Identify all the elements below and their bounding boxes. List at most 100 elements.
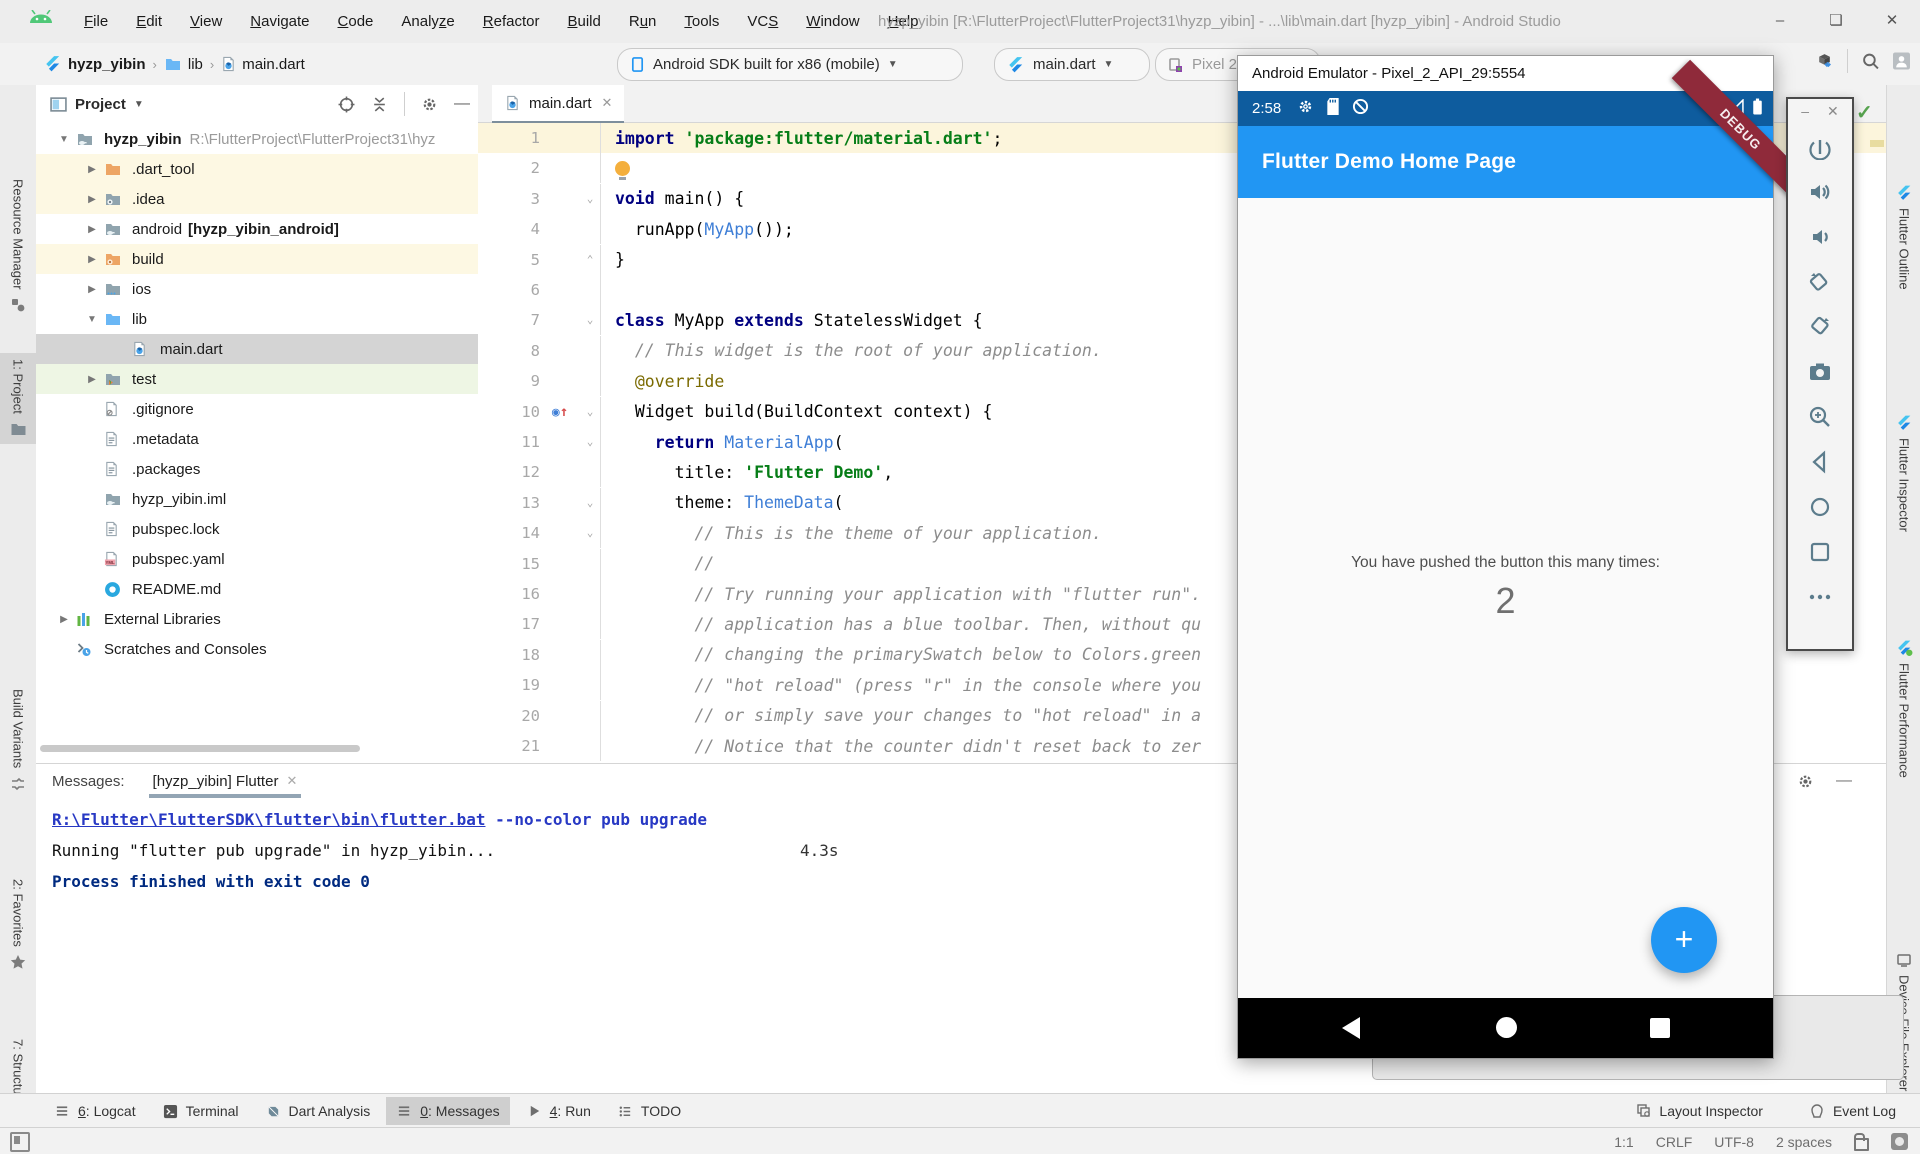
tool-stripe-button-1-project[interactable]: 1: Project [0,353,36,444]
fold-marker-icon[interactable]: ⌄ [580,488,601,518]
menu-run[interactable]: Run [615,1,671,43]
expander-icon[interactable]: ▶ [80,374,104,385]
minimize-button[interactable]: – [1752,0,1808,42]
tree-item-pubspec.yaml[interactable]: YMLpubspec.yaml [36,544,478,574]
panel-close-button[interactable]: ✕ [1827,103,1839,120]
hide-panel-icon[interactable]: — [454,95,470,113]
emulator-back-button[interactable] [1807,449,1833,475]
expander-icon[interactable]: ▶ [52,614,76,625]
profile-avatar-icon[interactable] [1893,53,1910,70]
toolwindow-button-todo[interactable]: TODO [607,1097,691,1125]
tree-item-.idea[interactable]: ▶.idea [36,184,478,214]
emulator-home-button[interactable] [1807,494,1833,520]
tree-item-.gitignore[interactable]: .gitignore [36,394,478,424]
menu-vcs[interactable]: VCS [733,1,792,43]
status-item-crlf[interactable]: CRLF [1656,1134,1693,1150]
tree-item-hyzp-yibin[interactable]: ▼hyzp_yibinR:\FlutterProject\FlutterProj… [36,124,478,154]
menu-refactor[interactable]: Refactor [469,1,554,43]
emulator-vol-up-button[interactable] [1807,179,1833,205]
tree-item-android[interactable]: ▶android[hyzp_yibin_android] [36,214,478,244]
flutter-console-tab[interactable]: [hyzp_yibin] Flutter ✕ [149,764,302,798]
tree-item-main.dart[interactable]: main.dart [36,334,478,364]
tool-stripe-button-flutter-inspector[interactable]: Flutter Inspector [1887,408,1920,538]
search-icon[interactable] [1862,53,1879,70]
status-item-2-spaces[interactable]: 2 spaces [1776,1134,1832,1150]
indicator-face-icon[interactable] [1891,1133,1908,1150]
tab-main-dart[interactable]: main.dart ✕ [492,85,624,124]
fold-marker-icon[interactable]: ⌄ [580,184,601,214]
menu-edit[interactable]: Edit [122,1,176,43]
fold-marker-icon[interactable]: ⌄ [580,518,601,548]
nav-home-button[interactable] [1496,1017,1517,1038]
tool-stripe-button-2-favorites[interactable]: 2: Favorites [0,873,36,977]
nav-recents-button[interactable] [1650,1018,1670,1038]
status-item-1-1[interactable]: 1:1 [1614,1134,1633,1150]
expander-icon[interactable]: ▶ [80,254,104,265]
toolwindow-button-dart-analysis[interactable]: Dart Analysis [255,1097,381,1125]
menu-tools[interactable]: Tools [670,1,733,43]
menu-view[interactable]: View [176,1,236,43]
toolwindow-button-6-logcat[interactable]: 6: Logcat [44,1097,146,1125]
console-link[interactable]: R:\Flutter\FlutterSDK\flutter\bin\flutte… [52,810,485,829]
locate-file-icon[interactable] [338,96,355,113]
tool-stripe-button-resource-manager[interactable]: Resource Manager [0,173,36,320]
menu-analyze[interactable]: Analyze [387,1,468,43]
tool-stripe-button-flutter-outline[interactable]: Flutter Outline [1887,178,1920,296]
emulator-power-button[interactable] [1807,134,1833,160]
expander-icon[interactable]: ▶ [80,284,104,295]
tool-stripe-button-build-variants[interactable]: Build Variants [0,683,36,798]
run-config-selector[interactable]: main.dart ▼ [994,48,1150,81]
fold-marker-icon[interactable]: ⌄ [580,305,601,335]
gear-icon[interactable] [1797,773,1814,790]
emulator-rot-left-button[interactable] [1807,269,1833,295]
close-tab-icon[interactable]: ✕ [602,95,613,111]
fold-marker-icon[interactable]: ⌃ [580,245,601,275]
close-button[interactable]: ✕ [1864,0,1920,42]
expander-icon[interactable]: ▼ [52,134,76,145]
increment-fab-button[interactable]: + [1651,907,1717,973]
tree-item-hyzp-yibin.iml[interactable]: hyzp_yibin.iml [36,484,478,514]
fold-marker-icon[interactable]: ⌄ [580,397,601,427]
breadcrumb-item-main.dart[interactable]: main.dart [221,56,305,73]
emulator-rot-right-button[interactable] [1807,314,1833,340]
menu-window[interactable]: Window [792,1,873,43]
tree-item-pubspec.lock[interactable]: pubspec.lock [36,514,478,544]
menu-navigate[interactable]: Navigate [236,1,323,43]
tree-item-build[interactable]: ▶build [36,244,478,274]
toolwindow-button-layout-inspector[interactable]: Layout Inspector [1625,1097,1773,1125]
tree-item-test[interactable]: ▶test [36,364,478,394]
horizontal-scrollbar[interactable] [40,745,360,752]
emulator-more-button[interactable] [1807,584,1833,610]
expander-icon[interactable]: ▶ [80,164,104,175]
tree-item-.dart-tool[interactable]: ▶.dart_tool [36,154,478,184]
menu-code[interactable]: Code [324,1,388,43]
close-tab-icon[interactable]: ✕ [286,773,297,789]
breadcrumb-item-hyzp_yibin[interactable]: hyzp_yibin [44,55,146,73]
status-item-utf-8[interactable]: UTF-8 [1714,1134,1754,1150]
toolwindow-button-0-messages[interactable]: 0: Messages [386,1097,509,1125]
tree-item-ios[interactable]: ▶ios [36,274,478,304]
emulator-camera-button[interactable] [1807,359,1833,385]
collapse-all-icon[interactable] [371,96,388,113]
tree-item-scratches-and-consoles[interactable]: Scratches and Consoles [36,634,478,664]
tree-item-external-libraries[interactable]: ▶External Libraries [36,604,478,634]
inspection-ok-icon[interactable]: ✓ [1856,100,1873,125]
panel-minimize-button[interactable]: – [1801,103,1809,120]
hide-panel-icon[interactable]: — [1836,772,1852,790]
toolwindow-button-event-log[interactable]: Event Log [1799,1097,1906,1125]
menu-build[interactable]: Build [553,1,614,43]
emulator-zoom-button[interactable] [1807,404,1833,430]
override-gutter-icon[interactable]: ◉↑ [540,404,580,420]
expander-icon[interactable]: ▶ [80,194,104,205]
tree-item-lib[interactable]: ▼lib [36,304,478,334]
intention-bulb-icon[interactable] [615,161,630,176]
restore-button[interactable]: ❏ [1808,0,1864,42]
tree-item-.metadata[interactable]: .metadata [36,424,478,454]
toolwindow-stack-icon[interactable] [10,1132,30,1152]
emulator-overview-button[interactable] [1807,539,1833,565]
expander-icon[interactable]: ▶ [80,224,104,235]
gear-icon[interactable] [421,96,438,113]
toolwindow-button-terminal[interactable]: Terminal [152,1097,249,1125]
tree-item-readme.md[interactable]: README.md [36,574,478,604]
nav-back-button[interactable] [1342,1017,1360,1039]
